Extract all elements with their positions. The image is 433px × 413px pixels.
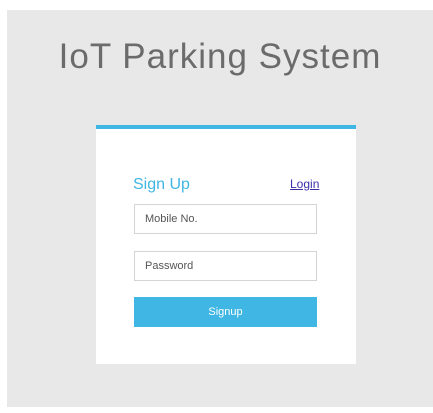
mobile-number-input[interactable] — [134, 204, 317, 234]
signup-card: Sign Up Login Signup — [96, 125, 356, 364]
login-link[interactable]: Login — [290, 176, 319, 192]
signup-heading: Sign Up — [133, 176, 190, 193]
password-input[interactable] — [134, 251, 317, 281]
page-title: IoT Parking System — [58, 37, 382, 76]
page-background: IoT Parking System Sign Up Login Signup — [7, 10, 433, 407]
signup-button[interactable]: Signup — [134, 297, 317, 327]
